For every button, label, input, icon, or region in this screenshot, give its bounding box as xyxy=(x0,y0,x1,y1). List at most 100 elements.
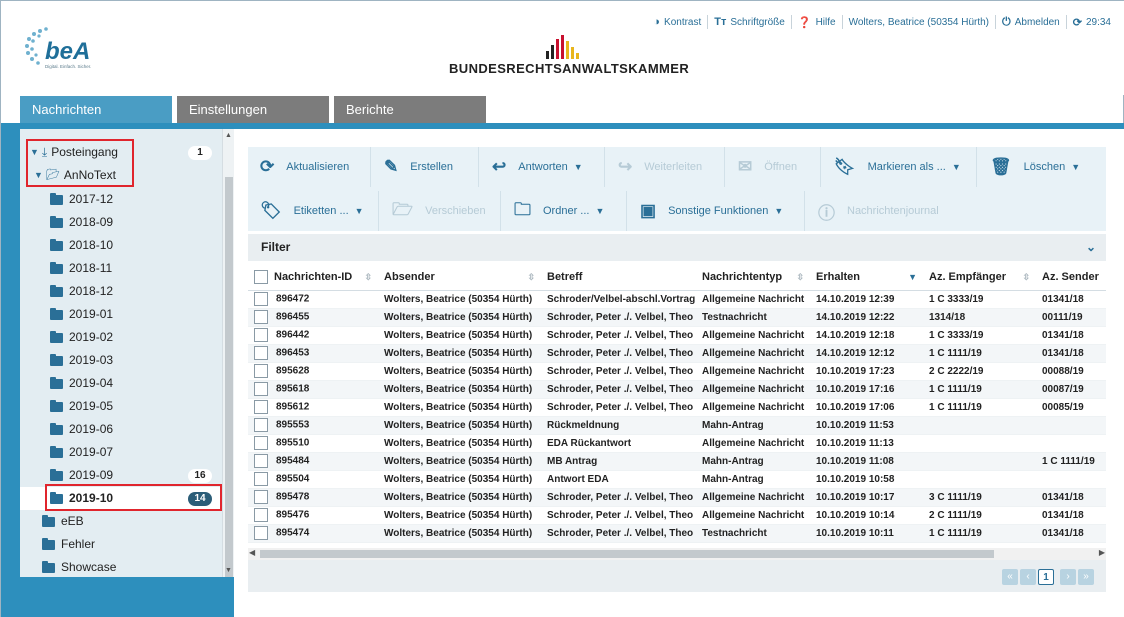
folder-item[interactable]: 2019-05 xyxy=(20,395,222,418)
folder-item[interactable]: 2018-12 xyxy=(20,280,222,303)
chevron-down-icon[interactable]: ⌄ xyxy=(1086,234,1096,261)
cell-value: 1 C 1111/19 xyxy=(1042,455,1095,467)
cell-value: Allgemeine Nachricht xyxy=(702,383,805,395)
cell-value: Allgemeine Nachricht xyxy=(702,347,805,359)
next-page-button[interactable]: › xyxy=(1060,569,1076,585)
scroll-left-icon[interactable]: ◀ xyxy=(249,548,255,557)
folder-item[interactable]: 2019-07 xyxy=(20,441,222,464)
contrast-toggle[interactable]: ◑ Kontrast xyxy=(647,15,707,29)
mark-as-button[interactable]: 🔖︎ Markieren als ... ▼ xyxy=(834,147,961,187)
folder-item[interactable]: 2018-11 xyxy=(20,257,222,280)
filter-bar[interactable]: Filter ⌄ xyxy=(248,234,1106,261)
open-button[interactable]: ✉ Öffnen xyxy=(738,147,797,187)
hscroll-thumb[interactable] xyxy=(260,550,994,558)
labels-button[interactable]: 🏷︎ Etiketten ... ▼ xyxy=(260,191,364,231)
col-received[interactable]: Erhalten ▼ xyxy=(810,264,923,291)
create-button[interactable]: ✎ Erstellen xyxy=(384,147,453,187)
sidebar-scroll-thumb[interactable] xyxy=(225,177,233,589)
folder-item[interactable]: eEB xyxy=(20,510,222,533)
folder-item[interactable]: 2018-10 xyxy=(20,234,222,257)
row-checkbox[interactable] xyxy=(254,526,268,540)
session-timer[interactable]: ⟳ 29:34 xyxy=(1065,15,1117,29)
col-subject[interactable]: Betreff xyxy=(541,264,696,291)
folder-item[interactable]: Showcase xyxy=(20,556,222,579)
other-functions-button[interactable]: ▣ Sonstige Funktionen ▼ xyxy=(640,191,783,231)
user-link[interactable]: Wolters, Beatrice (50354 Hürth) xyxy=(841,15,995,29)
select-all-checkbox[interactable] xyxy=(254,269,268,284)
button-label: Aktualisieren xyxy=(286,161,350,173)
first-page-button[interactable]: « xyxy=(1002,569,1018,585)
chevron-down-icon: ▼ xyxy=(573,162,583,172)
row-checkbox[interactable] xyxy=(254,508,268,522)
cell-value: 1 C 1111/19 xyxy=(929,383,982,395)
folder-item[interactable]: 2019-02 xyxy=(20,326,222,349)
row-checkbox[interactable] xyxy=(254,310,268,324)
row-checkbox[interactable] xyxy=(254,346,268,360)
logout-label: Abmelden xyxy=(1014,16,1060,28)
table-row[interactable]: 895612 Wolters, Beatrice (50354 Hürth) Sch… xyxy=(248,398,1106,417)
folder-item[interactable]: 2019-01 xyxy=(20,303,222,326)
tab-einstellungen[interactable]: Einstellungen xyxy=(177,96,329,123)
folder-item[interactable]: 2019-03 xyxy=(20,349,222,372)
row-checkbox[interactable] xyxy=(254,418,268,432)
table-cell: 895476 xyxy=(248,506,378,525)
col-sender[interactable]: Absender ⇳ xyxy=(378,264,541,291)
scroll-right-icon[interactable]: ▶ xyxy=(1099,548,1105,557)
folder-item[interactable]: Fehler xyxy=(20,533,222,556)
journal-button[interactable]: ⓘ Nachrichtenjournal xyxy=(818,191,939,231)
folder-item[interactable]: 2019-06 xyxy=(20,418,222,441)
folder-item[interactable]: 2019-04 xyxy=(20,372,222,395)
table-row[interactable]: 895553 Wolters, Beatrice (50354 Hürth) Rüc… xyxy=(248,416,1106,435)
fontsize-toggle[interactable]: Tᴛ Schriftgröße xyxy=(707,15,791,29)
table-row[interactable]: 895628 Wolters, Beatrice (50354 Hürth) Sch… xyxy=(248,362,1106,381)
reply-button[interactable]: ↩ Antworten ▼ xyxy=(492,147,583,187)
forward-button[interactable]: ↪ Weiterleiten xyxy=(618,147,702,187)
last-page-button[interactable]: » xyxy=(1078,569,1094,585)
help-link[interactable]: ❓ Hilfe xyxy=(790,15,842,29)
table-row[interactable]: 895478 Wolters, Beatrice (50354 Hürth) Sch… xyxy=(248,488,1106,507)
refresh-button[interactable]: ⟳ Aktualisieren xyxy=(260,147,349,187)
cell-value: Allgemeine Nachricht xyxy=(702,329,805,341)
table-row[interactable]: 895504 Wolters, Beatrice (50354 Hürth) Ant… xyxy=(248,470,1106,489)
table-row[interactable]: 896442 Wolters, Beatrice (50354 Hürth) Sch… xyxy=(248,326,1106,345)
col-az-recipient[interactable]: Az. Empfänger ⇳ xyxy=(923,264,1036,291)
current-page[interactable]: 1 xyxy=(1038,569,1054,585)
move-button[interactable]: 🗁︎ Verschieben xyxy=(392,191,486,231)
row-checkbox[interactable] xyxy=(254,490,268,504)
tab-berichte[interactable]: Berichte xyxy=(334,96,486,123)
row-checkbox[interactable] xyxy=(254,454,268,468)
scroll-up-icon[interactable]: ▲ xyxy=(225,132,232,139)
table-row[interactable]: 895484 Wolters, Beatrice (50354 Hürth) MB … xyxy=(248,452,1106,471)
scroll-down-icon[interactable]: ▼ xyxy=(225,567,232,574)
logout-button[interactable]: ⏻ Abmelden xyxy=(995,15,1066,29)
col-id[interactable]: Nachrichten-ID ⇳ xyxy=(248,264,378,291)
table-cell: 895510 xyxy=(248,434,378,453)
row-checkbox[interactable] xyxy=(254,472,268,486)
folder-menu-button[interactable]: 🗀︎ Ordner ... ▼ xyxy=(514,191,604,231)
table-row[interactable]: 895618 Wolters, Beatrice (50354 Hürth) Sch… xyxy=(248,380,1106,399)
sidebar-scrollbar[interactable]: ▲ ▼ xyxy=(222,129,234,589)
row-checkbox[interactable] xyxy=(254,436,268,450)
delete-button[interactable]: 🗑︎ Löschen ▼ xyxy=(990,147,1080,187)
col-type[interactable]: Nachrichtentyp ⇳ xyxy=(696,264,810,291)
row-checkbox[interactable] xyxy=(254,382,268,396)
row-checkbox[interactable] xyxy=(254,328,268,342)
table-hscrollbar[interactable]: ◀ ▶ xyxy=(248,548,1106,560)
tab-nachrichten[interactable]: Nachrichten xyxy=(20,96,172,123)
folder-item[interactable]: 2017-12 xyxy=(20,188,222,211)
dropdown-box-icon: ▣ xyxy=(640,201,657,220)
table-row[interactable]: 895476 Wolters, Beatrice (50354 Hürth) Sch… xyxy=(248,506,1106,525)
col-az-sender[interactable]: Az. Sender xyxy=(1036,264,1106,291)
table-row[interactable]: 896472 Wolters, Beatrice (50354 Hürth) Sch… xyxy=(248,290,1106,309)
row-checkbox[interactable] xyxy=(254,400,268,414)
highlight-box xyxy=(26,139,134,187)
table-row[interactable]: 895474 Wolters, Beatrice (50354 Hürth) Sch… xyxy=(248,524,1106,543)
row-checkbox[interactable] xyxy=(254,292,268,306)
table-row[interactable]: 896455 Wolters, Beatrice (50354 Hürth) Sch… xyxy=(248,308,1106,327)
table-row[interactable]: 895510 Wolters, Beatrice (50354 Hürth) EDA… xyxy=(248,434,1106,453)
prev-page-button[interactable]: ‹ xyxy=(1020,569,1036,585)
folder-item[interactable]: 2018-09 xyxy=(20,211,222,234)
table-row[interactable]: 896453 Wolters, Beatrice (50354 Hürth) Sch… xyxy=(248,344,1106,363)
row-checkbox[interactable] xyxy=(254,364,268,378)
table-cell: Wolters, Beatrice (50354 Hürth) xyxy=(378,506,541,525)
